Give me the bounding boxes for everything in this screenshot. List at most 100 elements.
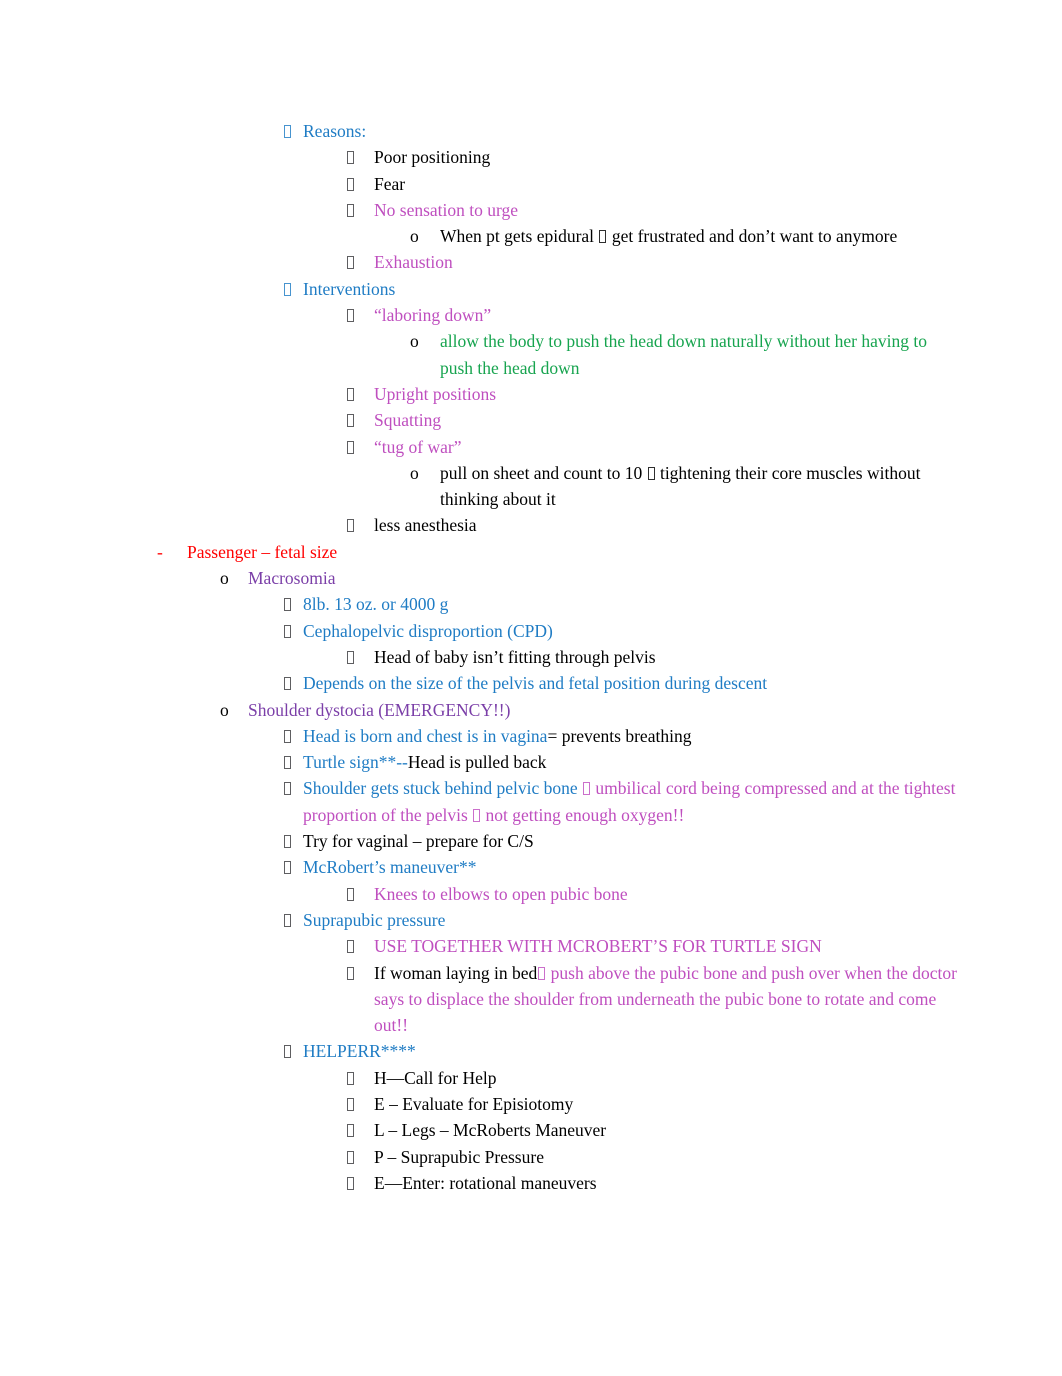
text-run: = prevents breathing: [547, 725, 692, 746]
text-run: No sensation to urge: [374, 199, 519, 220]
text-run: McRobert’s maneuver**: [303, 857, 477, 878]
text-run: Head is born and chest is in vagina: [303, 725, 548, 746]
outline-item-text: When pt gets epidural get frustrated and…: [440, 223, 940, 249]
outline-item-text: Cephalopelvic disproportion (CPD): [303, 618, 958, 644]
outline-item-macrosomia: o Macrosomia: [0, 565, 1062, 591]
outline-item-helperr-e2: E—Enter: rotational maneuvers: [0, 1170, 1062, 1196]
text-run: L – Legs – McRoberts Maneuver: [374, 1120, 607, 1141]
outline-item-try-vaginal-prepare-cs: Try for vaginal – prepare for C/S: [0, 828, 1062, 854]
outline-item-helperr-p: P – Suprapubic Pressure: [0, 1144, 1062, 1170]
arrow-tofu-icon: [647, 463, 656, 483]
outline-item-mcroberts-maneuver: McRobert’s maneuver**: [0, 854, 1062, 880]
text-run: Exhaustion: [374, 252, 453, 273]
outline-item-pull-on-sheet: o pull on sheet and count to 10 tightenin…: [0, 460, 1062, 513]
bullet-marker-tofu-icon: [347, 407, 354, 433]
text-run: get frustrated and don’t want to anymore: [607, 226, 898, 247]
bullet-marker-tofu-icon: [284, 828, 291, 854]
text-run: Shoulder dystocia (EMERGENCY!!): [248, 699, 511, 720]
outline-item-cpd: Cephalopelvic disproportion (CPD): [0, 618, 1062, 644]
outline-item-text: Squatting: [374, 407, 964, 433]
outline-item-helperr-h: H—Call for Help: [0, 1065, 1062, 1091]
outline-item-use-together-mcroberts: USE TOGETHER WITH MCROBERT’S FOR TURTLE …: [0, 933, 1062, 959]
outline-item-text: Macrosomia: [248, 565, 928, 591]
text-run: When pt gets epidural: [440, 226, 599, 247]
text-run: Try for vaginal – prepare for C/S: [303, 831, 534, 852]
bullet-marker-tofu-icon: [284, 907, 291, 933]
bullet-marker-tofu-icon: [347, 512, 354, 538]
bullet-marker-circle-icon: o: [220, 699, 229, 720]
outline-item-text: Shoulder dystocia (EMERGENCY!!): [248, 697, 928, 723]
outline-item-head-born-chest-in-vagina: Head is born and chest is in vagina= pre…: [0, 723, 1062, 749]
bullet-marker-tofu-icon: [347, 881, 354, 907]
text-run: Turtle sign**--: [303, 752, 408, 773]
text-run: Shoulder gets stuck behind pelvic bone: [303, 778, 582, 799]
outline-item-upright-positions: Upright positions: [0, 381, 1062, 407]
bullet-marker-tofu-icon: [284, 749, 291, 775]
outline-item-text: “tug of war”: [374, 434, 964, 460]
outline-item-tug-of-war: “tug of war”: [0, 434, 1062, 460]
text-run: Head is pulled back: [407, 752, 547, 773]
outline-item-text: USE TOGETHER WITH MCROBERT’S FOR TURTLE …: [374, 933, 964, 959]
text-run: Head of baby isn’t fitting through pelvi…: [374, 646, 656, 667]
outline-item-text: Head is born and chest is in vagina= pre…: [303, 723, 958, 749]
text-run: USE TOGETHER WITH MCROBERT’S FOR TURTLE …: [374, 936, 822, 957]
text-run: Fear: [374, 173, 406, 194]
text-run: Suprapubic pressure: [303, 909, 446, 930]
text-run: Depends on the size of the pelvis and fe…: [303, 673, 768, 694]
outline-item-text: E – Evaluate for Episiotomy: [374, 1091, 964, 1117]
outline-item-text: If woman laying in bed push above the pu…: [374, 960, 964, 1039]
outline-item-helperr-l: L – Legs – McRoberts Maneuver: [0, 1117, 1062, 1143]
outline-item-text: pull on sheet and count to 10 tightening…: [440, 460, 940, 513]
text-run: “laboring down”: [374, 305, 492, 326]
bullet-marker-tofu-icon: [284, 276, 291, 302]
outline-item-laboring-down: “laboring down”: [0, 302, 1062, 328]
outline-item-text: Turtle sign**--Head is pulled back: [303, 749, 958, 775]
bullet-marker-tofu-icon: [347, 933, 354, 959]
outline-item-interventions: Interventions: [0, 276, 1062, 302]
outline-item-text: Knees to elbows to open pubic bone: [374, 881, 964, 907]
outline-item-shoulder-dystocia: o Shoulder dystocia (EMERGENCY!!): [0, 697, 1062, 723]
outline-item-text: Passenger – fetal size: [187, 539, 887, 565]
outline-item-weight-8lb-13oz: 8lb. 13 oz. or 4000 g: [0, 591, 1062, 617]
bullet-marker-tofu-icon: [347, 1144, 354, 1170]
text-run: pull on sheet and count to 10: [440, 462, 647, 483]
bullet-marker-circle-icon: o: [410, 462, 419, 483]
outline-item-text: Depends on the size of the pelvis and fe…: [303, 670, 958, 696]
arrow-tofu-icon: [582, 778, 591, 798]
text-run: “tug of war”: [374, 436, 462, 457]
bullet-marker-tofu-icon: [347, 434, 354, 460]
outline-item-text: less anesthesia: [374, 512, 964, 538]
arrow-tofu-icon: [537, 963, 546, 983]
text-run: Poor positioning: [374, 147, 491, 168]
outline-item-text: Fear: [374, 171, 964, 197]
outline-item-exhaustion: Exhaustion: [0, 249, 1062, 275]
text-run: E—Enter: rotational maneuvers: [374, 1172, 597, 1193]
outline-item-text: Head of baby isn’t fitting through pelvi…: [374, 644, 964, 670]
outline-item-poor-positioning: Poor positioning: [0, 144, 1062, 170]
outline-item-helperr-e1: E – Evaluate for Episiotomy: [0, 1091, 1062, 1117]
text-run: Passenger – fetal size: [187, 541, 338, 562]
outline-item-text: Upright positions: [374, 381, 964, 407]
bullet-marker-tofu-icon: [347, 381, 354, 407]
bullet-marker-circle-icon: o: [410, 331, 419, 352]
outline-item-suprapubic-pressure: Suprapubic pressure: [0, 907, 1062, 933]
text-run: 8lb. 13 oz. or 4000 g: [303, 594, 449, 615]
text-run: Cephalopelvic disproportion (CPD): [303, 620, 553, 641]
outline-item-epidural-frustrated: o When pt gets epidural get frustrated an…: [0, 223, 1062, 249]
bullet-marker-dash-icon: -: [157, 541, 163, 562]
bullet-marker-tofu-icon: [284, 723, 291, 749]
outline-item-no-sensation-to-urge: No sensation to urge: [0, 197, 1062, 223]
outline-item-text: McRobert’s maneuver**: [303, 854, 958, 880]
outline-item-squatting: Squatting: [0, 407, 1062, 433]
text-run: E – Evaluate for Episiotomy: [374, 1093, 574, 1114]
text-run: Reasons:: [303, 121, 367, 141]
outline-item-helperr: HELPERR****: [0, 1038, 1062, 1064]
outline-item-text: Interventions: [303, 276, 958, 302]
bullet-marker-tofu-icon: [284, 854, 291, 880]
bullet-marker-tofu-icon: [347, 960, 354, 986]
bullet-marker-tofu-icon: [347, 644, 354, 670]
text-run: allow the body to push the head down nat…: [440, 331, 927, 378]
outline-item-knees-to-elbows: Knees to elbows to open pubic bone: [0, 881, 1062, 907]
bullet-marker-circle-icon: o: [410, 226, 419, 247]
text-run: less anesthesia: [374, 515, 477, 536]
